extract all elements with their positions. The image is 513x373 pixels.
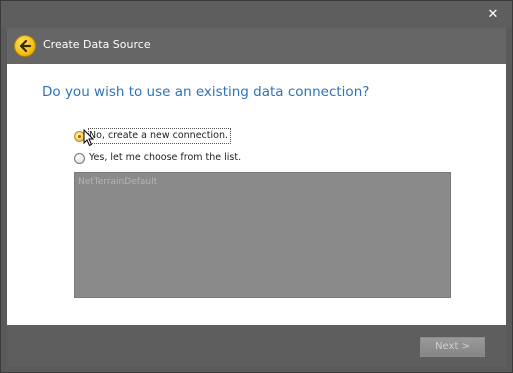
dialog-footer: Next > — [7, 325, 506, 367]
dialog-header: Create Data Source — [7, 28, 506, 64]
radio-button-selected[interactable] — [74, 131, 85, 142]
title-bar: ✕ — [1, 1, 512, 28]
list-item: NetTerrainDefault — [78, 177, 158, 187]
content-panel: Do you wish to use an existing data conn… — [7, 64, 506, 325]
radio-label-new-connection: No, create a new connection. — [88, 128, 231, 144]
close-icon[interactable]: ✕ — [486, 8, 500, 22]
page-question: Do you wish to use an existing data conn… — [42, 84, 370, 100]
connection-list[interactable]: NetTerrainDefault — [74, 172, 451, 298]
back-arrow-icon — [19, 39, 32, 53]
dialog-title: Create Data Source — [43, 38, 151, 51]
back-button[interactable] — [14, 35, 36, 57]
radio-button-unselected[interactable] — [74, 153, 85, 164]
radio-label-choose-from-list: Yes, let me choose from the list. — [89, 152, 242, 163]
next-button[interactable]: Next > — [420, 337, 485, 357]
dialog-window: ✕ Create Data Source Do you wish to use … — [0, 0, 513, 373]
